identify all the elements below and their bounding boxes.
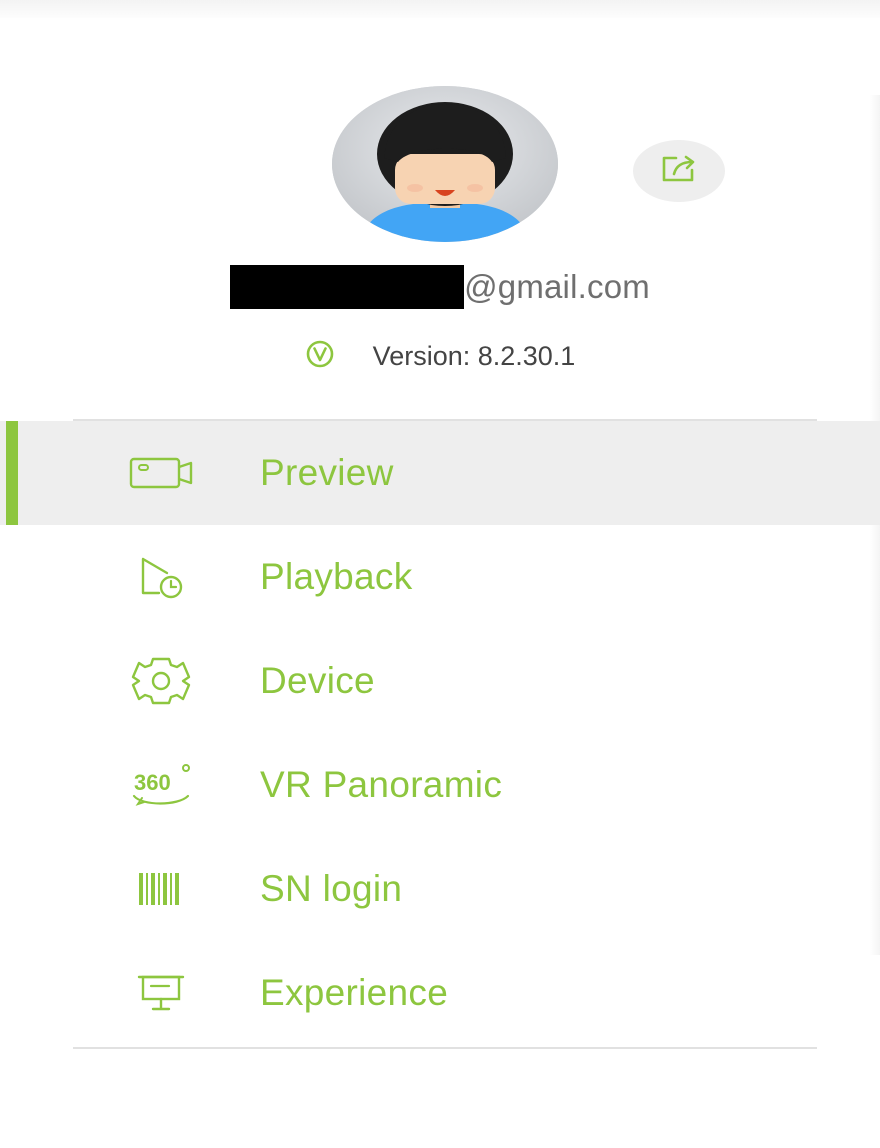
menu-label-preview: Preview	[260, 452, 394, 493]
svg-text:360: 360	[134, 770, 171, 795]
menu-item-preview[interactable]: Preview	[0, 421, 880, 525]
menu-item-experience[interactable]: Experience	[0, 941, 880, 1045]
menu-item-vr-panoramic[interactable]: 360 VR Panoramic	[0, 733, 880, 837]
menu-item-sn-login[interactable]: SN login	[0, 837, 880, 941]
email-suffix: @gmail.com	[464, 268, 650, 305]
share-button[interactable]	[633, 140, 725, 202]
barcode-icon	[121, 861, 201, 917]
camera-icon	[121, 445, 201, 501]
account-email: @gmail.com	[0, 262, 880, 312]
menu-label-device: Device	[260, 660, 375, 701]
divider-bottom	[73, 1047, 817, 1049]
status-bar-strip	[0, 0, 880, 18]
menu-item-playback[interactable]: Playback	[0, 525, 880, 629]
redacted-email-user	[230, 265, 465, 309]
avatar[interactable]	[332, 86, 558, 242]
share-icon	[656, 152, 702, 191]
menu-label-experience: Experience	[260, 972, 449, 1013]
menu-label-playback: Playback	[260, 556, 413, 597]
playback-clock-icon	[121, 549, 201, 605]
360-icon: 360	[121, 757, 201, 813]
drawer-menu: Preview Playback Device 360 VR Panoramic…	[0, 421, 880, 1045]
presentation-screen-icon	[121, 965, 201, 1021]
menu-label-vr-panoramic: VR Panoramic	[260, 764, 503, 805]
version-v-icon	[305, 339, 335, 374]
version-text: Version: 8.2.30.1	[372, 340, 576, 371]
version-info: Version: 8.2.30.1	[0, 334, 880, 378]
menu-label-sn-login: SN login	[260, 868, 403, 909]
menu-item-device[interactable]: Device	[0, 629, 880, 733]
gear-icon	[121, 653, 201, 709]
